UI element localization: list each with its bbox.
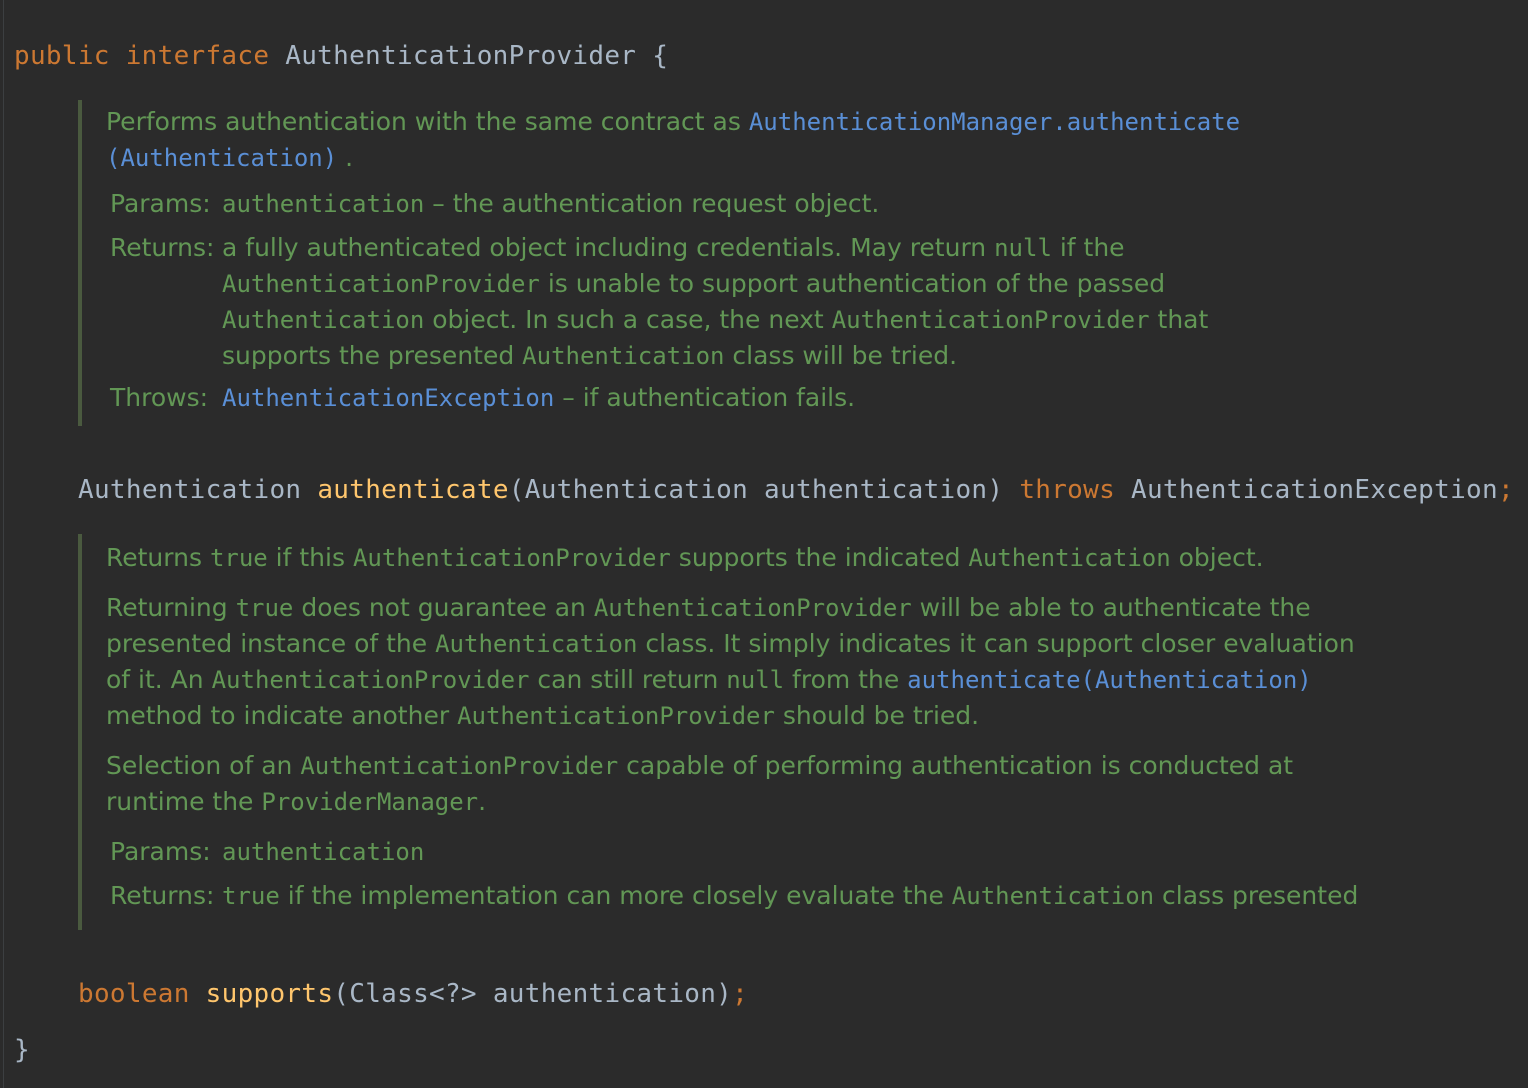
method-authenticate-signature[interactable]: Authentication authenticate(Authenticati… — [78, 442, 1514, 506]
doc-returns-row: Returns: a fully authenticated object in… — [106, 230, 1286, 374]
gutter-divider — [3, 0, 4, 1088]
doc2-returns-row: Returns: true if the implementation can … — [106, 878, 1386, 914]
returns-label: Returns: — [110, 881, 215, 910]
method-params: (Authentication authentication) — [508, 475, 1004, 505]
doc-link-authenticate[interactable]: authenticate(Authentication) — [907, 666, 1312, 694]
javadoc-supports[interactable]: Returns true if this AuthenticationProvi… — [78, 534, 1386, 930]
doc-throws-row: Throws: AuthenticationException – if aut… — [106, 380, 1286, 416]
method-name-supports[interactable]: supports — [206, 979, 334, 1009]
doc2-para3: Selection of an AuthenticationProvider c… — [106, 751, 1294, 816]
keyword-public: public — [14, 41, 110, 71]
doc2-para1: Returns true if this AuthenticationProvi… — [106, 543, 1264, 572]
returns-label: Returns: — [110, 233, 215, 262]
doc-params-row: Params: authentication – the authenticat… — [106, 186, 1286, 222]
open-brace: { — [652, 41, 669, 71]
keyword-boolean: boolean — [78, 979, 190, 1009]
doc2-params-row: Params: authentication — [106, 834, 1386, 870]
params-label: Params: — [110, 189, 211, 218]
interface-declaration[interactable]: public interface AuthenticationProvider … — [14, 8, 668, 72]
exception-type: AuthenticationException — [1131, 475, 1498, 505]
keyword-throws: throws — [1019, 475, 1116, 505]
doc-link-authexception[interactable]: AuthenticationException — [222, 384, 554, 412]
return-type: Authentication — [78, 475, 302, 505]
method-params: (Class<?> authentication) — [333, 979, 733, 1009]
javadoc-authenticate[interactable]: Performs authentication with the same co… — [78, 100, 1286, 426]
method-name-authenticate[interactable]: authenticate — [317, 475, 508, 505]
method-supports-signature[interactable]: boolean supports(Class<?> authentication… — [78, 946, 748, 1010]
param-name: authentication — [222, 190, 425, 218]
doc-summary: Performs authentication with the same co… — [106, 107, 1241, 172]
interface-name[interactable]: AuthenticationProvider — [285, 41, 636, 71]
throws-label: Throws: — [110, 383, 209, 412]
close-brace: } — [14, 1035, 30, 1065]
params-label: Params: — [110, 837, 211, 866]
keyword-interface: interface — [125, 41, 270, 71]
doc2-para2: Returning true does not guarantee an Aut… — [106, 593, 1355, 730]
